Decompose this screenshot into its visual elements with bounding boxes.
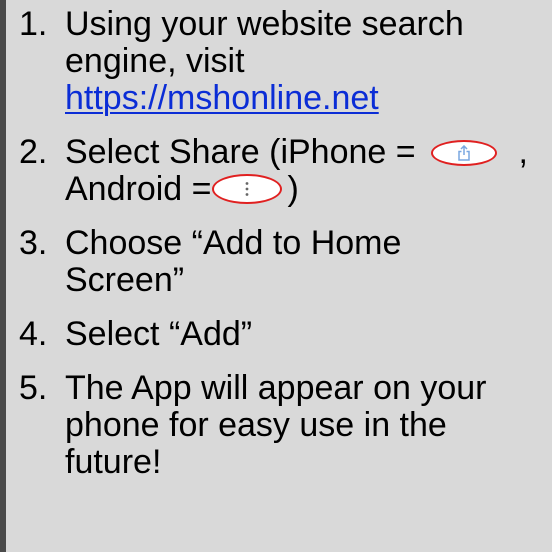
step-1: 1. Using your website search engine, vis… [10, 6, 552, 117]
step-text-line: Screen” [65, 261, 185, 299]
step-5: 5. The App will appear on your phone for… [10, 370, 552, 481]
step-3: 3. Choose “Add to Home Screen” [10, 225, 552, 299]
step-text-line: Select Share (iPhone = [65, 133, 416, 171]
website-link[interactable]: https://mshonline.net [65, 79, 379, 117]
comma-suffix: , [518, 133, 528, 171]
step-text-line: The App will appear on your [65, 369, 487, 407]
step-text-line: Android = [65, 170, 212, 208]
instruction-list: 1. Using your website search engine, vis… [10, 6, 552, 498]
paren-suffix: ) [287, 170, 299, 208]
step-text-line: Using your website search [65, 5, 464, 43]
step-number: 2. [19, 133, 48, 171]
share-icon [431, 140, 498, 166]
step-text-line: Choose “Add to Home [65, 224, 402, 262]
step-number: 4. [19, 315, 48, 353]
step-text-line: future! [65, 443, 162, 481]
step-text-line: engine, visit [65, 42, 245, 80]
step-2: 2. Select Share (iPhone = , Android = ) [10, 134, 552, 208]
step-number: 5. [19, 369, 48, 407]
vertical-dots-icon [211, 174, 282, 204]
step-number: 3. [19, 224, 48, 262]
step-text-line: Select “Add” [65, 315, 253, 353]
step-4: 4. Select “Add” [10, 316, 552, 353]
step-text-line: phone for easy use in the [65, 406, 447, 444]
left-edge-bar [0, 0, 6, 552]
step-number: 1. [19, 5, 48, 43]
